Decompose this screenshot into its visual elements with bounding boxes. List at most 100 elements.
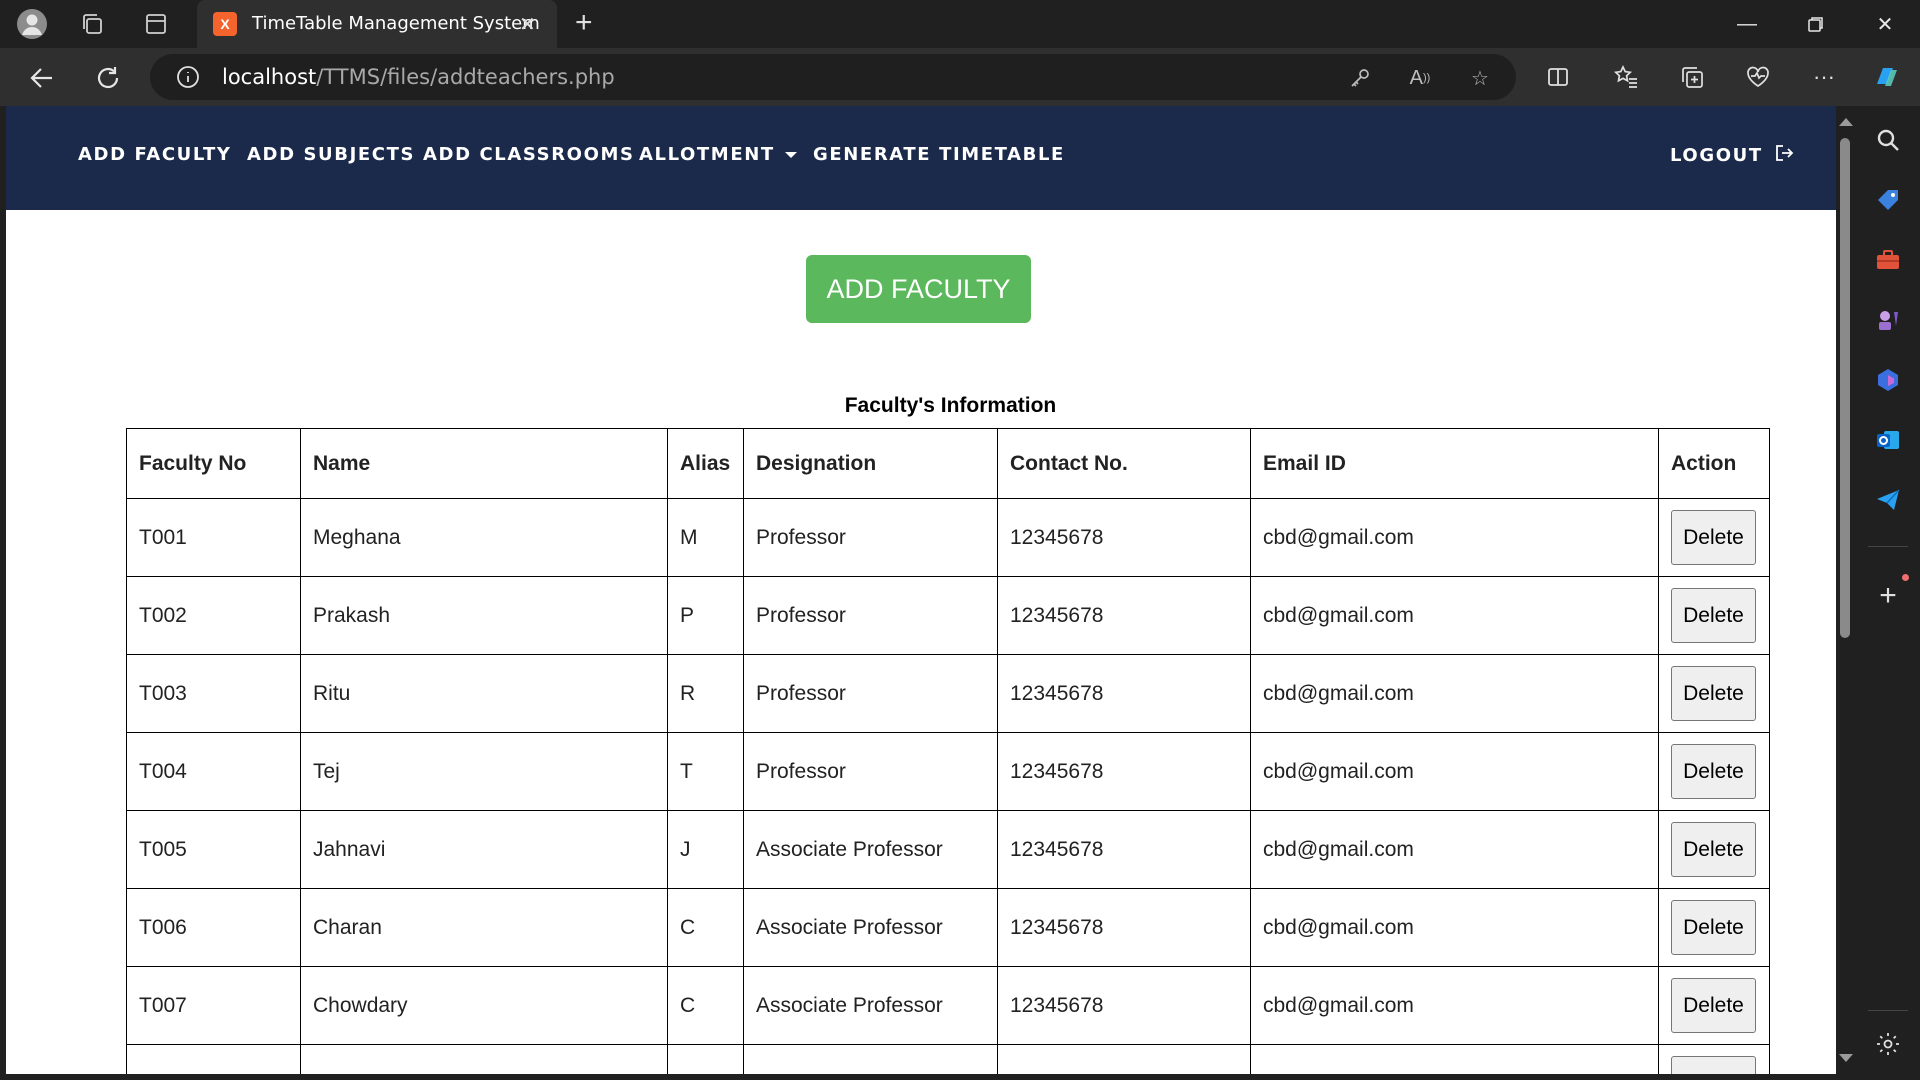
address-toolbar: localhost/TTMS/files/addteachers.php A))… <box>0 48 1920 106</box>
cell-alias: P <box>667 576 744 655</box>
outlook-icon[interactable] <box>1872 424 1904 456</box>
cell-designation: Professor <box>743 498 998 577</box>
settings-gear-icon[interactable] <box>1872 1028 1904 1060</box>
cell-contact: 12345678 <box>997 498 1251 577</box>
split-screen-icon[interactable] <box>1542 61 1574 93</box>
cell-action: Delete <box>1658 966 1770 1045</box>
refresh-icon[interactable] <box>90 60 126 96</box>
table-row: T005 Jahnavi J Associate Professor 12345… <box>126 810 1770 889</box>
tools-briefcase-icon[interactable] <box>1872 244 1904 276</box>
cell-email: cbd@gmail.com <box>1250 732 1659 811</box>
cell-contact: 12345678 <box>997 966 1251 1045</box>
nav-add-classrooms[interactable]: ADD CLASSROOMS <box>423 144 635 165</box>
cell-designation: Associate Professor <box>743 888 998 967</box>
col-contact-no: Contact No. <box>997 428 1251 499</box>
read-aloud-icon[interactable]: A)) <box>1406 64 1434 92</box>
favorite-star-icon[interactable]: ☆ <box>1466 64 1494 92</box>
cell-action: Delete <box>1658 654 1770 733</box>
table-row: T002 Prakash P Professor 12345678 cbd@gm… <box>126 576 1770 655</box>
cell-designation: Associate Professor <box>743 966 998 1045</box>
minimize-icon[interactable]: — <box>1727 8 1767 40</box>
cell-name: Meghana <box>300 498 668 577</box>
delete-button[interactable]: Delete <box>1671 978 1756 1033</box>
nav-add-faculty[interactable]: ADD FACULTY <box>78 144 231 165</box>
microsoft-365-icon[interactable] <box>1872 364 1904 396</box>
sidebar-divider <box>1868 546 1908 547</box>
close-window-icon[interactable]: ✕ <box>1865 8 1905 40</box>
cell-designation: Professor <box>743 732 998 811</box>
favorites-list-icon[interactable] <box>1610 61 1642 93</box>
window-bottom-edge <box>0 1074 1920 1080</box>
cell-action: Delete <box>1658 576 1770 655</box>
cell-contact: 12345678 <box>997 654 1251 733</box>
shopping-tag-icon[interactable] <box>1872 184 1904 216</box>
cell-name: Charan <box>300 888 668 967</box>
cell-alias: T <box>667 732 744 811</box>
search-icon[interactable] <box>1872 124 1904 156</box>
delete-button[interactable]: Delete <box>1671 666 1756 721</box>
site-info-icon[interactable] <box>176 65 200 89</box>
scrollbar-thumb[interactable] <box>1840 138 1850 638</box>
page-viewport: ADD FACULTY ADD SUBJECTS ADD CLASSROOMS … <box>6 106 1836 1074</box>
nav-generate-timetable[interactable]: GENERATE TIMETABLE <box>813 144 1065 165</box>
scroll-down-arrow-icon[interactable] <box>1839 1054 1853 1062</box>
table-header-row: Faculty No Name Alias Designation Contac… <box>126 428 1770 499</box>
cell-email: cbd@gmail.com <box>1250 576 1659 655</box>
delete-button[interactable]: Delete <box>1671 510 1756 565</box>
cell-name: Jahnavi <box>300 810 668 889</box>
nav-allotment-label: ALLOTMENT <box>639 144 775 165</box>
add-faculty-button[interactable]: ADD FACULTY <box>806 255 1031 323</box>
copilot-icon[interactable] <box>1870 61 1902 93</box>
tab-actions-icon[interactable] <box>140 8 172 40</box>
cell-contact: 12345678 <box>997 810 1251 889</box>
cell-faculty-no: T004 <box>126 732 301 811</box>
col-faculty-no: Faculty No <box>126 428 301 499</box>
delete-button[interactable]: Delete <box>1671 588 1756 643</box>
notification-dot <box>1902 574 1909 581</box>
faculty-table: Faculty No Name Alias Designation Contac… <box>126 428 1770 1074</box>
scroll-up-arrow-icon[interactable] <box>1839 118 1853 126</box>
delete-button-partial[interactable] <box>1671 1056 1756 1074</box>
url-host: localhost <box>222 65 317 89</box>
cell-faculty-no: T001 <box>126 498 301 577</box>
tab-close-icon[interactable]: ✕ <box>519 12 536 37</box>
xampp-favicon-icon: X <box>213 12 237 36</box>
cell-email: cbd@gmail.com <box>1250 498 1659 577</box>
cell-alias: J <box>667 810 744 889</box>
delete-button[interactable]: Delete <box>1671 900 1756 955</box>
sidebar-divider-bottom <box>1868 1010 1908 1011</box>
browser-essentials-icon[interactable] <box>1742 61 1774 93</box>
profile-avatar-icon[interactable] <box>16 8 48 40</box>
cell-name: Chowdary <box>300 966 668 1045</box>
edge-sidebar: + <box>1856 106 1920 1080</box>
add-sidebar-app-icon[interactable]: + <box>1872 579 1904 612</box>
send-telegram-icon[interactable] <box>1872 484 1904 516</box>
games-icon[interactable] <box>1872 304 1904 336</box>
nav-add-subjects[interactable]: ADD SUBJECTS <box>247 144 415 165</box>
cell-alias: R <box>667 654 744 733</box>
col-name: Name <box>300 428 668 499</box>
cell-email: cbd@gmail.com <box>1250 966 1659 1045</box>
page-scrollbar[interactable] <box>1836 106 1856 1074</box>
cell-action <box>1658 1044 1770 1074</box>
url-text[interactable]: localhost/TTMS/files/addteachers.php <box>222 65 615 89</box>
nav-allotment[interactable]: ALLOTMENT <box>639 144 797 165</box>
url-bar[interactable]: localhost/TTMS/files/addteachers.php A))… <box>150 54 1516 100</box>
col-action: Action <box>1658 428 1770 499</box>
url-path: /TTMS/files/addteachers.php <box>316 65 615 89</box>
back-icon[interactable] <box>24 60 60 96</box>
cell-contact: 12345678 <box>997 732 1251 811</box>
cell-designation: Professor <box>743 654 998 733</box>
restore-icon[interactable] <box>1796 8 1836 40</box>
password-key-icon[interactable] <box>1346 64 1374 92</box>
new-tab-icon[interactable]: + <box>575 6 593 40</box>
collections-icon[interactable] <box>1676 61 1708 93</box>
table-row: T001 Meghana M Professor 12345678 cbd@gm… <box>126 498 1770 577</box>
delete-button[interactable]: Delete <box>1671 822 1756 877</box>
more-options-icon[interactable]: ··· <box>1808 61 1840 93</box>
active-tab[interactable]: X TimeTable Management System ✕ <box>197 0 557 48</box>
table-row: T007 Chowdary C Associate Professor 1234… <box>126 966 1770 1045</box>
workspaces-icon[interactable] <box>76 8 108 40</box>
nav-logout[interactable]: LOGOUT <box>1670 144 1794 166</box>
delete-button[interactable]: Delete <box>1671 744 1756 799</box>
